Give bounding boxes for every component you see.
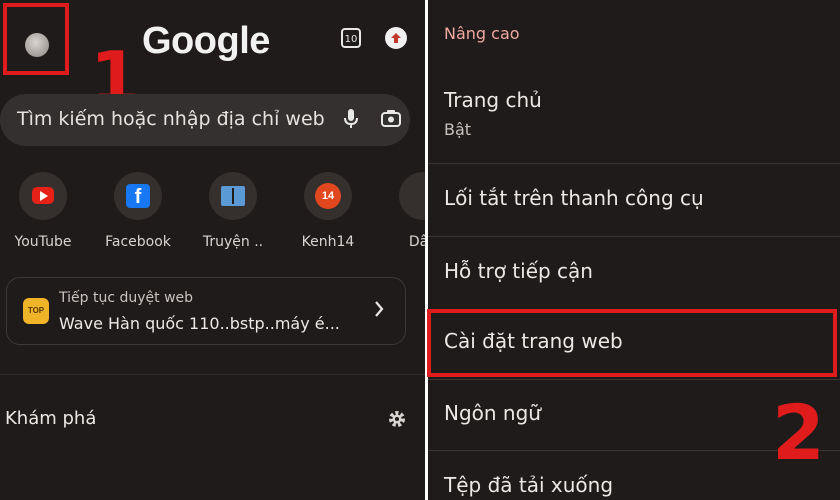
continue-browsing-title: Tiếp tục duyệt web	[59, 290, 194, 306]
chrome-new-tab-panel: 1 Google 10 Tìm kiếm hoặc nhập địa chỉ w…	[0, 0, 425, 500]
profile-highlight-box	[3, 3, 69, 75]
update-icon[interactable]	[385, 27, 407, 49]
facebook-icon: f	[114, 172, 162, 220]
shortcut-truyen[interactable]: Truyện ..	[187, 172, 279, 250]
youtube-icon	[19, 172, 67, 220]
settings-item-title: Tệp đã tải xuống	[444, 473, 614, 497]
shortcut-label: YouTube	[14, 234, 72, 250]
continue-browsing-card[interactable]: TOP Tiếp tục duyệt web Wave Hàn quốc 110…	[6, 277, 406, 345]
tab-switcher-button[interactable]: 10	[341, 28, 361, 48]
site-favicon-icon: TOP	[23, 298, 49, 324]
microphone-icon[interactable]	[343, 108, 359, 130]
shortcut-label: Facebook	[105, 234, 171, 250]
step-2-label: 2	[772, 388, 825, 477]
site-settings-highlight-box	[427, 309, 837, 377]
settings-item-title: Hỗ trợ tiếp cận	[444, 259, 593, 283]
divider	[0, 374, 425, 375]
shortcut-dan[interactable]: Dân	[377, 172, 425, 250]
shortcut-kenh14[interactable]: 14 Kenh14	[282, 172, 374, 250]
settings-item-title: Lối tắt trên thanh công cụ	[444, 186, 704, 210]
partial-site-icon	[399, 172, 425, 220]
shortcut-label: Dân	[408, 234, 425, 250]
gear-icon[interactable]	[387, 409, 407, 429]
section-title-advanced: Nâng cao	[444, 24, 520, 43]
settings-item-homepage[interactable]: Trang chủ Bật	[428, 72, 840, 162]
book-icon	[209, 172, 257, 220]
google-logo: Google	[142, 20, 270, 62]
discover-heading: Khám phá	[5, 408, 97, 429]
profile-avatar[interactable]	[25, 33, 49, 57]
kenh14-icon: 14	[304, 172, 352, 220]
shortcut-facebook[interactable]: f Facebook	[92, 172, 184, 250]
shortcut-youtube[interactable]: YouTube	[0, 172, 89, 250]
shortcut-label: Kenh14	[301, 234, 355, 250]
settings-item-subtitle: Bật	[444, 120, 472, 139]
camera-lens-icon[interactable]	[380, 109, 402, 129]
settings-item-title: Ngôn ngữ	[444, 401, 541, 425]
search-placeholder: Tìm kiếm hoặc nhập địa chỉ web	[17, 108, 325, 130]
chevron-right-icon[interactable]	[373, 300, 385, 318]
shortcut-label: Truyện ..	[202, 234, 264, 250]
settings-item-title: Trang chủ	[444, 88, 542, 112]
settings-item-accessibility[interactable]: Hỗ trợ tiếp cận	[428, 237, 840, 309]
settings-item-toolbar-shortcut[interactable]: Lối tắt trên thanh công cụ	[428, 164, 840, 236]
continue-browsing-page: Wave Hàn quốc 110..bstp..máy é...	[59, 314, 340, 333]
